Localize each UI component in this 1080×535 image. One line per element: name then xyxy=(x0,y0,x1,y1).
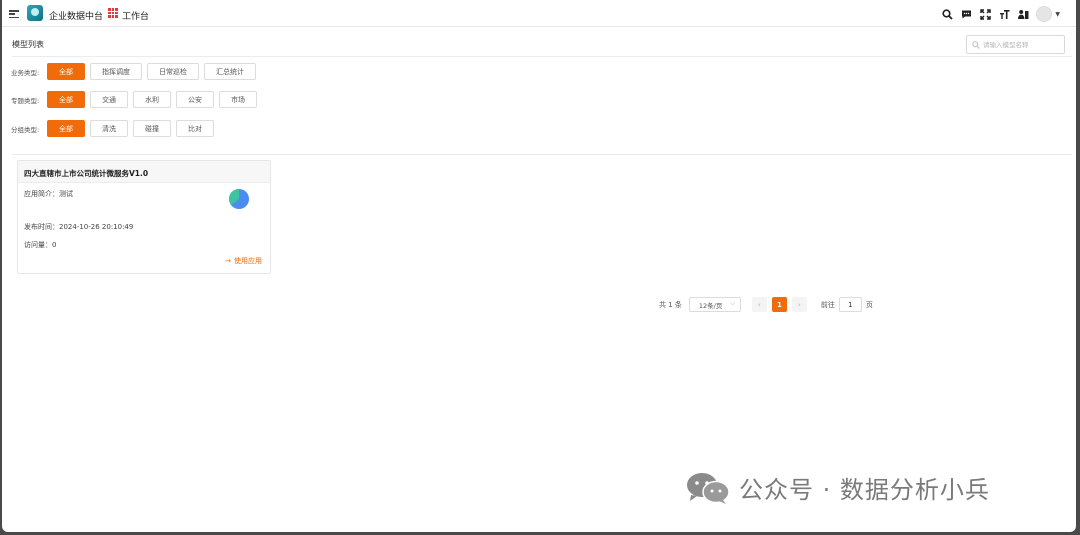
watermark: 公众号 · 数据分析小兵 xyxy=(685,470,990,505)
goto-label: 前往 xyxy=(820,300,835,309)
chip-command-dispatch[interactable]: 指挥调度 xyxy=(90,63,142,80)
filter-topic-type: 专题类型: 全部 交通 水利 公安 市场 xyxy=(11,91,262,108)
card-publish-time: 发布时间：2024-10-26 20:10:49 xyxy=(24,223,134,231)
total-count: 共 1 条 xyxy=(659,300,682,309)
next-page-button[interactable]: › xyxy=(791,297,807,312)
card-visits: 访问量：0 xyxy=(24,241,57,249)
chip-water[interactable]: 水利 xyxy=(133,91,171,108)
model-search xyxy=(966,35,1065,54)
page-suffix: 页 xyxy=(865,300,873,309)
chip-police[interactable]: 公安 xyxy=(176,91,214,108)
search-field-icon xyxy=(972,41,980,49)
page-size-select[interactable]: 12条/页 ⌵ xyxy=(688,297,741,312)
divider xyxy=(12,56,1072,57)
user-switch-icon[interactable] xyxy=(1017,8,1030,21)
fullscreen-icon[interactable] xyxy=(979,8,992,21)
card-title: 四大直辖市上市公司统计微服务V1.0 xyxy=(18,161,270,183)
font-size-icon[interactable] xyxy=(998,8,1011,21)
watermark-text: 公众号 · 数据分析小兵 xyxy=(739,476,990,504)
menu-toggle-icon[interactable] xyxy=(9,10,19,19)
chip-collision[interactable]: 碰撞 xyxy=(133,120,171,137)
card-intro: 应用简介：测试 xyxy=(24,190,73,198)
chip-clean[interactable]: 清洗 xyxy=(90,120,128,137)
arrow-right-icon: → xyxy=(225,257,231,265)
page-size-value: 12条/页 xyxy=(698,301,723,310)
pagination: 共 1 条 12条/页 ⌵ ‹ 1 › 前往 页 xyxy=(659,297,873,312)
filter-group-type: 分组类型: 全部 清洗 碰撞 比对 xyxy=(11,120,219,137)
filter-business-type: 业务类型: 全部 指挥调度 日常巡检 汇总统计 xyxy=(11,63,261,80)
message-icon[interactable] xyxy=(960,8,973,21)
app-title: 企业数据中台 xyxy=(49,12,104,22)
chip-market[interactable]: 市场 xyxy=(219,91,257,108)
goto-page-input[interactable] xyxy=(838,297,862,312)
chip-summary-stats[interactable]: 汇总统计 xyxy=(204,63,256,80)
chevron-right-icon: › xyxy=(798,300,801,309)
search-icon[interactable] xyxy=(941,8,954,21)
chip-all[interactable]: 全部 xyxy=(47,91,85,108)
chevron-down-icon: ⌵ xyxy=(730,300,735,307)
top-header: 企业数据中台 工作台 ▼ xyxy=(2,0,1076,27)
wechat-icon xyxy=(687,472,730,504)
filter-label: 分组类型: xyxy=(11,125,40,134)
search-input[interactable] xyxy=(983,39,1063,51)
divider xyxy=(12,154,1072,155)
app-window: 企业数据中台 工作台 ▼ 模型列表 请输入模型名称 业务类型: 全部 指挥调度 … xyxy=(2,0,1076,532)
app-logo xyxy=(27,5,43,21)
user-avatar[interactable] xyxy=(1036,6,1053,22)
chevron-down-icon[interactable]: ▼ xyxy=(1055,11,1060,18)
page-number-current[interactable]: 1 xyxy=(771,297,787,312)
chip-compare[interactable]: 比对 xyxy=(176,120,214,137)
workspace-link[interactable]: 工作台 xyxy=(122,9,149,22)
chip-daily-inspection[interactable]: 日常巡检 xyxy=(147,63,199,80)
header-tools: ▼ xyxy=(941,6,1060,22)
chevron-left-icon: ‹ xyxy=(758,300,761,309)
pie-chart-icon xyxy=(229,189,249,209)
filter-label: 业务类型: xyxy=(11,68,40,77)
use-app-button[interactable]: → 使用应用 xyxy=(225,256,262,266)
workspace-grid-icon[interactable] xyxy=(108,8,118,18)
use-app-label: 使用应用 xyxy=(234,257,262,265)
page-title: 模型列表 xyxy=(12,40,44,49)
model-card[interactable]: 四大直辖市上市公司统计微服务V1.0 应用简介：测试 发布时间：2024-10-… xyxy=(17,160,271,274)
chip-all[interactable]: 全部 xyxy=(47,120,85,137)
chip-traffic[interactable]: 交通 xyxy=(90,91,128,108)
filter-label: 专题类型: xyxy=(11,96,40,105)
prev-page-button[interactable]: ‹ xyxy=(751,297,767,312)
chip-all[interactable]: 全部 xyxy=(47,63,85,80)
